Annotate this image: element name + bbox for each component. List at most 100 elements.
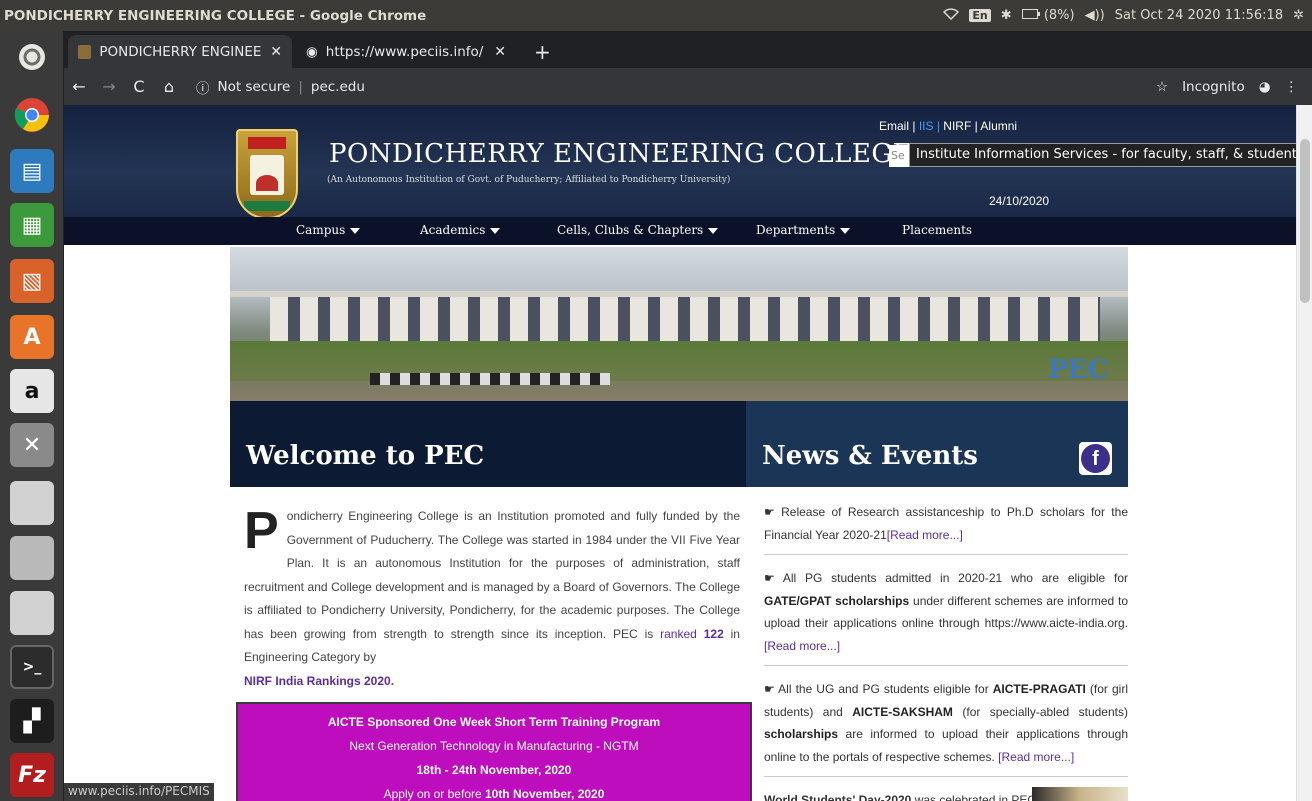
globe-icon: ◉ (306, 43, 318, 60)
system-settings-icon[interactable]: ✕ (10, 423, 54, 467)
bookmark-star-icon[interactable]: ☆ (1156, 79, 1168, 95)
incognito-label[interactable]: Incognito (1182, 79, 1245, 95)
volume-icon[interactable]: ◀)) (1085, 8, 1105, 23)
drive-icon[interactable] (10, 481, 54, 525)
iis-tooltip: Institute Information Services - for fac… (909, 143, 1311, 167)
aicte-announcement-box[interactable]: AICTE Sponsored One Week Short Term Trai… (236, 702, 752, 801)
tab-peciis[interactable]: ◉ https://www.peciis.info/ ✕ (296, 35, 516, 68)
facebook-icon: f (1081, 444, 1110, 473)
header-date: 24/10/2020 (989, 194, 1050, 208)
system-top-panel: PONDICHERRY ENGINEERING COLLEGE - Google… (0, 0, 1312, 31)
writer-icon[interactable]: ▤ (10, 149, 54, 193)
back-icon[interactable]: ← (64, 77, 94, 96)
software-center-icon[interactable]: A (10, 315, 54, 359)
wifi-icon[interactable] (943, 7, 960, 24)
iis-link[interactable]: IIS (919, 119, 934, 133)
news-item: ☛ All the UG and PG students eligible fo… (764, 678, 1128, 777)
pointing-hand-icon: ☛ (764, 682, 775, 696)
aicte-dates: 18th - 24th November, 2020 (416, 763, 572, 777)
page-viewport: PONDICHERRY ENGINEERING COLLEGE (An Auto… (64, 105, 1312, 801)
header-links: Email | IIS | NIRF | Alumni (879, 119, 1018, 133)
bluetooth-icon[interactable]: ✱ (1001, 8, 1012, 23)
site-header: PONDICHERRY ENGINEERING COLLEGE (An Auto… (64, 105, 1311, 219)
nav-academics[interactable]: Academics (420, 223, 501, 237)
caret-down-icon (490, 227, 501, 234)
news-list: ☛ Release of Research assistanceship to … (764, 501, 1128, 801)
browser-window: PONDICHERRY ENGINEEF ✕ ◉ https://www.pec… (64, 31, 1312, 801)
nav-campus[interactable]: Campus (296, 223, 361, 237)
dropcap: P (244, 502, 279, 560)
news-heading: News & Events (746, 401, 1128, 487)
ubuntu-logo-icon[interactable] (10, 35, 54, 79)
close-tab-icon[interactable]: ✕ (270, 44, 282, 60)
intro-paragraph: P ondicherry Engineering College is an I… (244, 502, 740, 688)
url-text: pec.edu (310, 78, 365, 95)
calc-icon[interactable]: ▦ (10, 203, 54, 247)
address-bar[interactable]: ⓘ Not secure | pec.edu (196, 77, 1156, 97)
reload-icon[interactable]: C (124, 77, 154, 96)
forward-icon[interactable]: → (94, 77, 124, 96)
tab-title: https://www.peciis.info/ (325, 43, 484, 60)
news-item: ☛ Release of Research assistanceship to … (764, 501, 1128, 555)
launcher: ▤ ▦ ▧ A a ✕ >_ ▞ Fz (0, 31, 64, 801)
pointing-hand-icon: ☛ (764, 505, 775, 519)
site-title: PONDICHERRY ENGINEERING COLLEGE (329, 139, 913, 169)
drive-icon[interactable] (10, 591, 54, 635)
news-thumbnail[interactable] (1032, 787, 1128, 801)
menu-icon[interactable]: ⋮ (1285, 79, 1299, 95)
email-link[interactable]: Email (879, 119, 909, 133)
read-more-link[interactable]: [Read more...] (998, 750, 1074, 764)
filezilla-icon[interactable]: Fz (10, 753, 54, 797)
nav-cells-clubs[interactable]: Cells, Clubs & Chapters (557, 223, 719, 237)
aicte-deadline: Apply on or before 10th November, 2020 (383, 787, 605, 801)
scrollbar-thumb[interactable] (1300, 139, 1310, 303)
settings-gear-icon[interactable]: ✲ (1293, 8, 1304, 23)
news-item: World Students' Day-2020 was celebrated … (764, 787, 1128, 801)
facebook-button[interactable]: f (1079, 442, 1112, 475)
college-logo[interactable] (236, 129, 298, 219)
battery-indicator[interactable]: (8%) (1021, 8, 1075, 23)
close-tab-icon[interactable]: ✕ (494, 44, 506, 60)
chrome-icon[interactable] (10, 93, 54, 137)
alumni-link[interactable]: Alumni (980, 119, 1017, 133)
tab-pec[interactable]: PONDICHERRY ENGINEEF ✕ (68, 35, 292, 68)
read-more-link[interactable]: [Read more...] (764, 639, 840, 653)
welcome-heading: Welcome to PEC (230, 401, 746, 487)
ranked-link[interactable]: ranked (660, 627, 697, 641)
system-monitor-icon[interactable]: ▞ (10, 699, 54, 743)
rank-value: 122 (703, 626, 724, 641)
site-subtitle: (An Autonomous Institution of Govt. of P… (327, 175, 731, 185)
new-tab-button[interactable]: + (524, 35, 554, 68)
battery-icon (1021, 9, 1040, 19)
info-icon[interactable]: ⓘ (196, 77, 210, 97)
caret-down-icon (708, 227, 719, 234)
impress-icon[interactable]: ▧ (10, 259, 54, 303)
nirf-link[interactable]: NIRF (943, 119, 971, 133)
read-more-link[interactable]: [Read more...] (887, 528, 963, 542)
amazon-icon[interactable]: a (10, 369, 54, 413)
files-icon[interactable] (10, 536, 54, 580)
news-item: ☛ All PG students admitted in 2020-21 wh… (764, 567, 1128, 666)
clock[interactable]: Sat Oct 24 2020 11:56:18 (1115, 8, 1283, 23)
window-title: PONDICHERRY ENGINEERING COLLEGE - Google… (4, 7, 427, 24)
nirf-rankings-link[interactable]: NIRF India Rankings 2020. (244, 674, 394, 688)
terminal-icon[interactable]: >_ (10, 645, 54, 689)
nav-departments[interactable]: Departments (756, 223, 851, 237)
main-nav: Campus Academics Cells, Clubs & Chapters… (64, 217, 1296, 245)
keyboard-layout-indicator[interactable]: En (969, 9, 991, 22)
home-icon[interactable]: ⌂ (154, 77, 184, 96)
battery-percent: (8%) (1043, 8, 1075, 23)
status-bubble: www.peciis.info/PECMIS (64, 783, 214, 801)
pointing-hand-icon: ☛ (764, 571, 775, 585)
incognito-icon[interactable]: ◕ (1259, 79, 1271, 95)
tab-title: PONDICHERRY ENGINEEF (99, 43, 263, 60)
nav-placements[interactable]: Placements (902, 223, 972, 237)
tab-strip: PONDICHERRY ENGINEEF ✕ ◉ https://www.pec… (64, 31, 1312, 68)
page-scrollbar[interactable] (1296, 105, 1312, 801)
caret-down-icon (350, 227, 361, 234)
caret-down-icon (840, 227, 851, 234)
security-label: Not secure (217, 78, 291, 95)
search-input[interactable]: Se (889, 145, 909, 167)
banner-label: PEC (1048, 355, 1109, 385)
aicte-subtitle: Next Generation Technology in Manufactur… (349, 739, 639, 753)
